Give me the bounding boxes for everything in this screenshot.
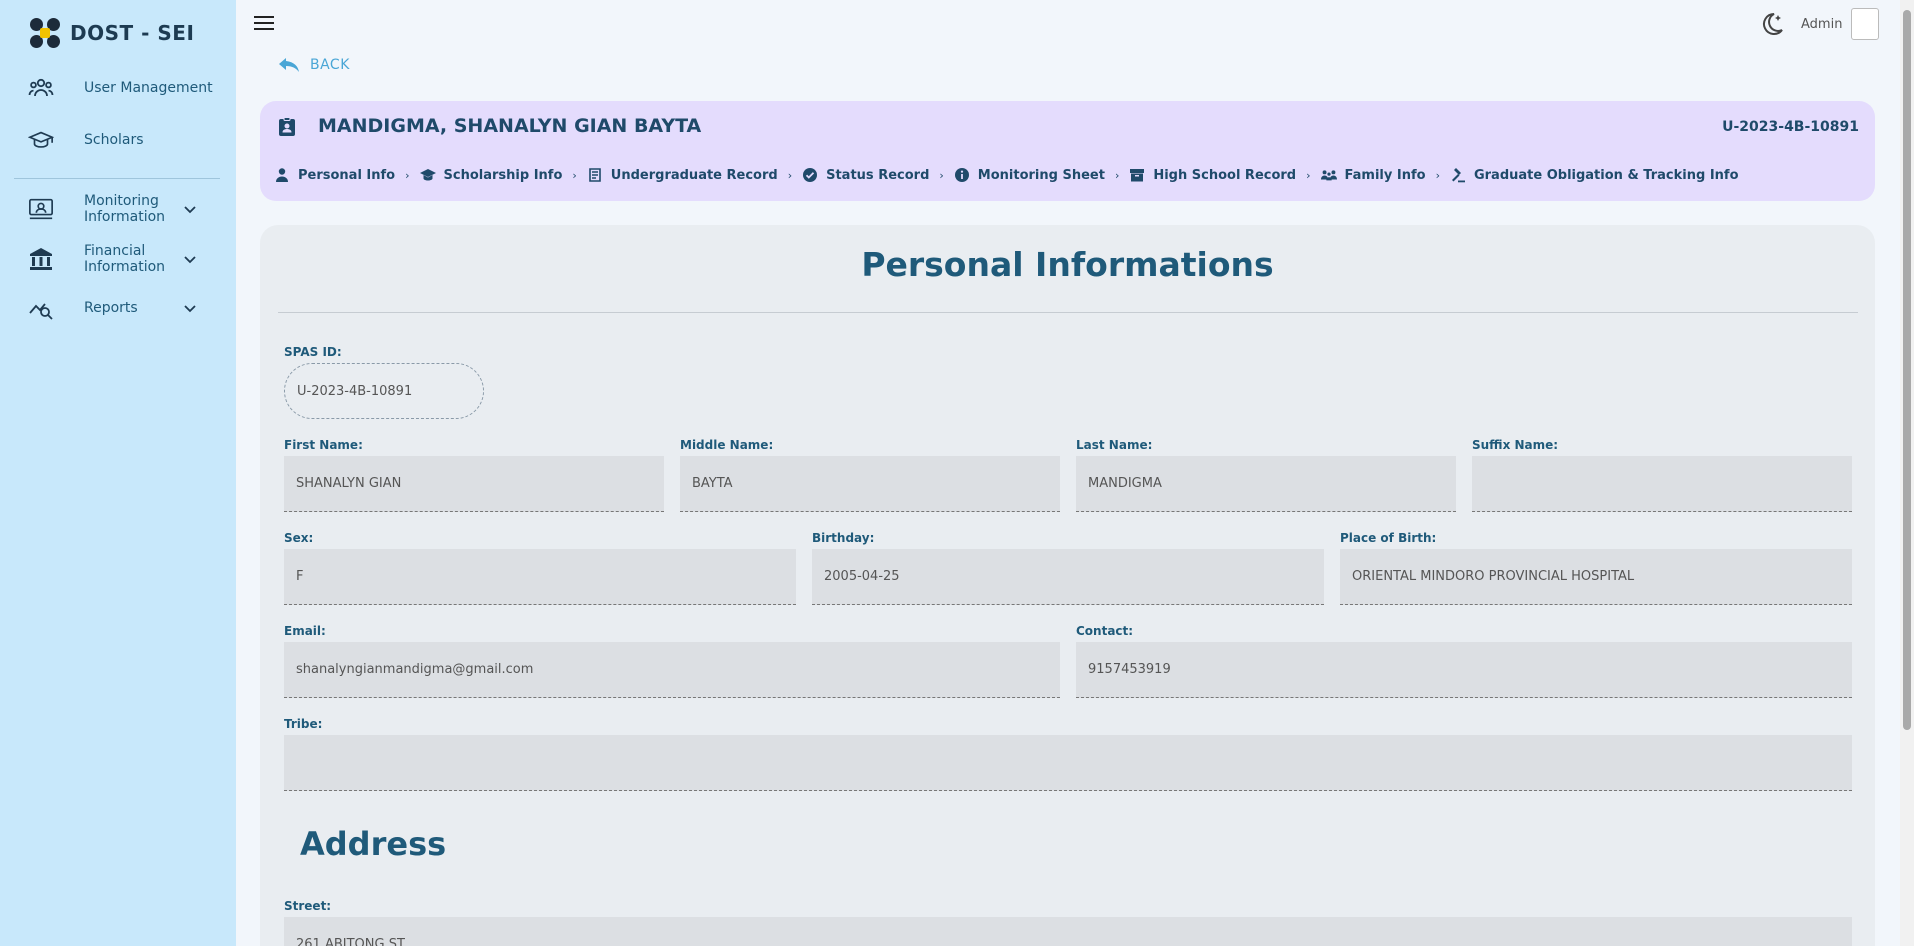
contact-field[interactable] <box>1076 642 1852 698</box>
sidebar-item-scholars[interactable]: Scholars <box>0 124 236 156</box>
sidebar-divider <box>14 178 220 179</box>
contact-label: Contact: <box>1076 624 1134 638</box>
document-icon <box>588 168 601 182</box>
tab-graduate-obligation-tracking-info[interactable]: Graduate Obligation & Tracking Info <box>1450 167 1739 183</box>
chevron-down-icon <box>184 206 196 214</box>
first-name-label: First Name: <box>284 438 363 452</box>
sidebar: DOST - SEI User Management Scholars Moni… <box>0 0 236 946</box>
street-label: Street: <box>284 899 332 913</box>
sidebar-item-reports[interactable]: Reports <box>0 292 236 324</box>
brand-title: DOST - SEI <box>70 21 195 45</box>
chevron-down-icon <box>184 256 196 264</box>
chevron-right-icon: › <box>1114 168 1120 182</box>
back-label: BACK <box>310 57 350 73</box>
tab-high-school-record[interactable]: High School Record <box>1129 167 1296 183</box>
tab-label: Scholarship Info <box>443 167 563 183</box>
address-title: Address <box>300 825 447 863</box>
birthday-field[interactable] <box>812 549 1324 605</box>
archive-icon <box>1130 169 1145 182</box>
place-of-birth-label: Place of Birth: <box>1340 531 1437 545</box>
tab-label: High School Record <box>1153 167 1297 183</box>
tab-status-record[interactable]: Status Record <box>802 167 929 183</box>
tab-personal-info[interactable]: Personal Info <box>274 167 395 183</box>
section-title: Personal Informations <box>861 245 1274 284</box>
sidebar-item-user-management[interactable]: User Management <box>0 72 236 104</box>
last-name-field[interactable] <box>1076 456 1456 512</box>
user-label[interactable]: Admin <box>1801 17 1842 32</box>
sidebar-item-financial-information[interactable]: Financial Information <box>0 242 236 276</box>
spas-id-field[interactable] <box>284 363 484 419</box>
tab-family-info[interactable]: Family Info <box>1320 167 1426 183</box>
chevron-right-icon: › <box>787 168 793 182</box>
bank-icon <box>28 246 54 272</box>
spas-id-label: SPAS ID: <box>284 345 342 359</box>
brand[interactable]: DOST - SEI <box>30 18 194 48</box>
back-button[interactable]: BACK <box>278 56 350 74</box>
avatar[interactable] <box>1851 8 1879 40</box>
tribe-field[interactable] <box>284 735 1852 791</box>
tab-label: Family Info <box>1344 167 1426 183</box>
tab-monitoring-sheet[interactable]: Monitoring Sheet <box>954 167 1105 183</box>
street-field[interactable] <box>284 917 1852 946</box>
tribe-label: Tribe: <box>284 717 323 731</box>
reply-arrow-icon <box>279 58 299 72</box>
chevron-right-icon: › <box>939 168 944 182</box>
dost-logo-icon <box>30 18 60 48</box>
first-name-field[interactable] <box>284 456 664 512</box>
monitor-icon <box>28 196 54 222</box>
tab-label: Undergraduate Record <box>610 167 778 183</box>
sidebar-item-label: Scholars <box>84 132 144 148</box>
tab-label: Status Record <box>826 167 930 183</box>
gavel-icon <box>1451 168 1465 183</box>
family-icon <box>1320 170 1337 181</box>
chevron-down-icon <box>184 305 196 313</box>
graduation-cap-icon <box>28 127 54 153</box>
email-field[interactable] <box>284 642 1060 698</box>
sidebar-item-label: User Management <box>84 80 213 96</box>
middle-name-field[interactable] <box>680 456 1060 512</box>
sidebar-item-monitoring-information[interactable]: Monitoring Information <box>0 192 236 226</box>
scholar-id: U-2023-4B-10891 <box>1722 119 1859 135</box>
check-circle-icon <box>803 168 818 182</box>
menu-toggle-button[interactable] <box>254 16 274 32</box>
middle-name-label: Middle Name: <box>680 438 774 452</box>
last-name-label: Last Name: <box>1076 438 1153 452</box>
tab-undergraduate-record[interactable]: Undergraduate Record <box>587 167 778 183</box>
scholar-header-card: MANDIGMA, SHANALYN GIAN BAYTA U-2023-4B-… <box>260 101 1875 201</box>
info-icon <box>954 168 969 182</box>
chevron-right-icon: › <box>405 168 410 182</box>
birthday-label: Birthday: <box>812 531 875 545</box>
scrollbar-thumb[interactable] <box>1903 10 1911 730</box>
suffix-name-field[interactable] <box>1472 456 1852 512</box>
page-scrollbar[interactable] <box>1900 0 1914 946</box>
place-of-birth-field[interactable] <box>1340 549 1852 605</box>
chart-search-icon <box>28 295 54 321</box>
tab-label: Monitoring Sheet <box>977 167 1105 183</box>
email-label: Email: <box>284 624 326 638</box>
chevron-right-icon: › <box>1306 168 1311 182</box>
sidebar-item-label: Reports <box>84 300 138 316</box>
personal-info-card: Personal Informations SPAS ID: First Nam… <box>260 225 1875 946</box>
tab-scholarship-info[interactable]: Scholarship Info <box>419 167 563 183</box>
sidebar-item-label: Financial Information <box>84 243 166 275</box>
tab-label: Personal Info <box>298 167 396 183</box>
moon-icon[interactable] <box>1758 10 1786 38</box>
chevron-right-icon: › <box>572 168 577 182</box>
sex-field[interactable] <box>284 549 796 605</box>
sidebar-item-label: Monitoring Information <box>84 193 166 225</box>
breadcrumb: Personal Info › Scholarship Info › Under… <box>274 167 1739 183</box>
graduation-cap-icon <box>419 169 436 181</box>
tab-label: Graduate Obligation & Tracking Info <box>1473 167 1739 183</box>
suffix-name-label: Suffix Name: <box>1472 438 1559 452</box>
chevron-right-icon: › <box>1435 168 1440 182</box>
title-divider <box>278 312 1858 313</box>
sex-label: Sex: <box>284 531 314 545</box>
person-icon <box>276 168 288 182</box>
users-icon <box>28 75 54 101</box>
scholar-name: MANDIGMA, SHANALYN GIAN BAYTA <box>318 115 702 137</box>
id-badge-icon <box>279 117 295 136</box>
